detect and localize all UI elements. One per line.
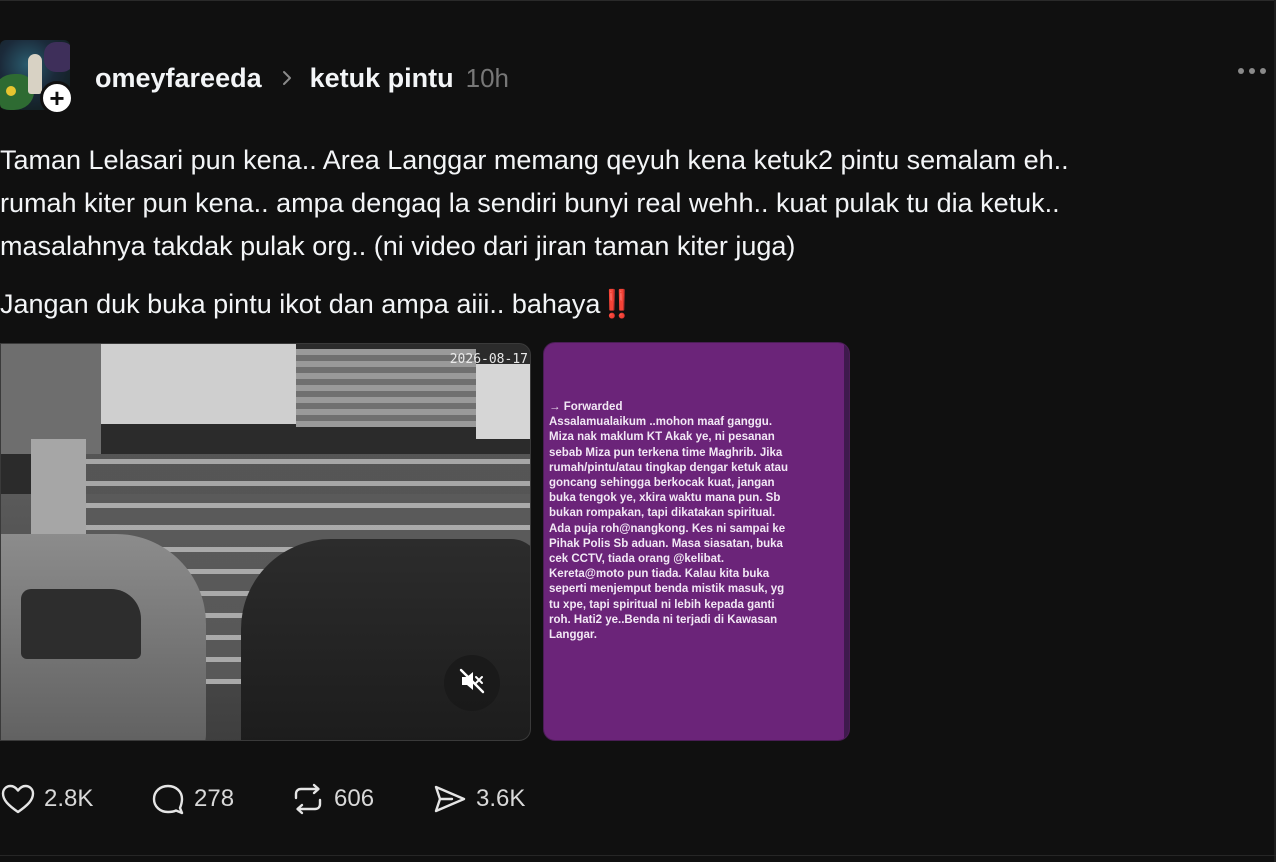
repost-count: 606 (334, 785, 375, 812)
heart-icon (0, 782, 36, 816)
comment-icon (150, 782, 186, 816)
post-time: 10h (465, 62, 509, 93)
post-paragraph-1: Taman Lelasari pun kena.. Area Langgar m… (0, 145, 1069, 261)
avatar-container[interactable]: + (0, 40, 76, 116)
mute-button[interactable] (444, 655, 500, 711)
plus-icon: + (49, 83, 65, 113)
share-count: 3.6K (476, 785, 526, 812)
community-name[interactable]: ketuk pintu (310, 63, 454, 94)
share-icon (432, 782, 468, 816)
video-timestamp: 2026-08-17 (449, 352, 528, 367)
forwarded-message-text: → Forwarded Assalamualaikum ..mohon maaf… (549, 401, 788, 642)
share-button[interactable]: 3.6K (432, 782, 525, 816)
top-divider (0, 0, 1276, 1)
like-button[interactable]: 2.8K (0, 782, 93, 816)
double-exclamation-icon: ‼️ (600, 289, 634, 319)
repost-button[interactable]: 606 (290, 782, 374, 816)
forwarded-message-image[interactable]: → Forwarded Assalamualaikum ..mohon maaf… (543, 342, 850, 741)
speaker-muted-icon (459, 668, 485, 699)
repost-icon (290, 782, 326, 816)
username[interactable]: omeyfareeda (95, 63, 262, 94)
post-text: Taman Lelasari pun kena.. Area Langgar m… (0, 139, 1069, 268)
more-icon[interactable] (1238, 68, 1266, 74)
chevron-right-icon (278, 69, 296, 87)
bottom-divider (0, 855, 1276, 856)
reply-count: 278 (194, 785, 235, 812)
post-header: omeyfareeda ketuk pintu 10h (95, 58, 509, 98)
like-count: 2.8K (44, 785, 94, 812)
cctv-video[interactable]: 2026-08-17 (0, 343, 531, 741)
post-text-warning: Jangan duk buka pintu ikot dan ampa aiii… (0, 283, 634, 326)
follow-button[interactable]: + (40, 81, 74, 115)
post-paragraph-2: Jangan duk buka pintu ikot dan ampa aiii… (0, 289, 601, 319)
reply-button[interactable]: 278 (150, 782, 234, 816)
